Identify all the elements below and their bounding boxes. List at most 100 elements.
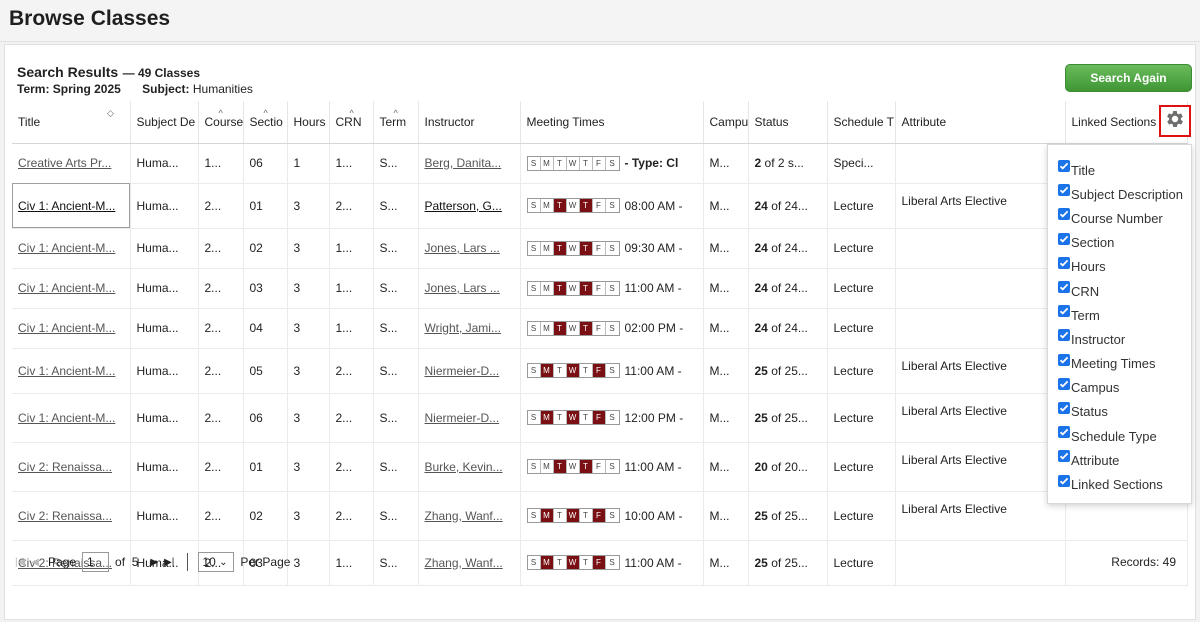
instructor-link[interactable]: Jones, Lars ... bbox=[425, 241, 500, 255]
term-cell: S... bbox=[373, 268, 419, 309]
column-toggle-crn[interactable]: CRN bbox=[1048, 279, 1191, 303]
table-row: Civ 1: Ancient-M... Huma... 2... 05 3 2... S..… bbox=[12, 348, 1188, 394]
seats-available: 20 bbox=[754, 459, 768, 474]
sort-icon[interactable]: ^ bbox=[264, 108, 268, 118]
day-box: T bbox=[579, 364, 593, 378]
column-settings-button[interactable] bbox=[1159, 105, 1191, 137]
day-box: S bbox=[527, 281, 541, 295]
sort-icon[interactable]: ^ bbox=[394, 108, 398, 118]
campus-cell: M... bbox=[703, 308, 749, 349]
column-toggle-campus[interactable]: Campus bbox=[1048, 376, 1191, 400]
column-toggle-section[interactable]: Section bbox=[1048, 231, 1191, 255]
class-title-link[interactable]: Civ 1: Ancient-M... bbox=[18, 364, 115, 378]
class-title-link[interactable]: Civ 1: Ancient-M... bbox=[18, 321, 115, 335]
attribute-cell bbox=[895, 143, 1066, 184]
column-toggle-attribute[interactable]: Attribute bbox=[1048, 448, 1191, 472]
column-header-13[interactable]: Attribute bbox=[895, 101, 1066, 144]
subject-label: Subject: bbox=[142, 81, 190, 96]
day-box: M bbox=[540, 241, 554, 255]
crn-cell: 2... bbox=[329, 393, 374, 443]
column-toggle-course-number[interactable]: Course Number bbox=[1048, 206, 1191, 230]
checkbox-checked-icon[interactable] bbox=[1058, 281, 1070, 294]
class-title-link[interactable]: Civ 2: Renaissa... bbox=[18, 460, 112, 474]
checkbox-checked-icon[interactable] bbox=[1058, 377, 1070, 390]
checkbox-checked-icon[interactable] bbox=[1058, 426, 1070, 439]
column-toggle-instructor[interactable]: Instructor bbox=[1048, 327, 1191, 351]
column-header-label: Subject De bbox=[136, 114, 196, 129]
sort-icon[interactable]: ^ bbox=[219, 108, 223, 118]
sort-icon[interactable]: ◇ bbox=[107, 108, 114, 119]
instructor-link[interactable]: Burke, Kevin... bbox=[425, 460, 503, 474]
title-cell: Creative Arts Pr... bbox=[12, 143, 131, 184]
column-header-9[interactable]: Meeting Times bbox=[520, 101, 704, 144]
page-number-input[interactable]: 1 bbox=[82, 552, 110, 572]
sort-icon[interactable]: ^ bbox=[350, 108, 354, 118]
instructor-link[interactable]: Niermeier-D... bbox=[425, 411, 500, 425]
search-again-button[interactable]: Search Again bbox=[1065, 64, 1192, 92]
course-number-cell: 2... bbox=[198, 183, 244, 229]
column-toggle-subject-description[interactable]: Subject Description bbox=[1048, 182, 1191, 206]
checkbox-checked-icon[interactable] bbox=[1058, 474, 1070, 487]
checkbox-checked-icon[interactable] bbox=[1058, 184, 1070, 197]
title-cell: Civ 1: Ancient-M... bbox=[12, 393, 131, 443]
checkbox-checked-icon[interactable] bbox=[1058, 450, 1070, 463]
instructor-link[interactable]: Zhang, Wanf... bbox=[425, 509, 503, 523]
per-page-select[interactable]: 10 ⌄ bbox=[198, 552, 235, 572]
course-number-cell: 1... bbox=[198, 143, 244, 184]
checkbox-checked-icon[interactable] bbox=[1058, 208, 1070, 221]
next-page-icon[interactable]: ▶ bbox=[150, 557, 158, 568]
table-row: Civ 1: Ancient-M... Huma... 2... 06 3 2... S..… bbox=[12, 393, 1188, 443]
class-title-link[interactable]: Civ 1: Ancient-M... bbox=[18, 199, 115, 213]
class-title-link[interactable]: Creative Arts Pr... bbox=[18, 156, 111, 170]
day-box: T bbox=[579, 281, 593, 295]
column-header-3[interactable]: Course ^ bbox=[198, 101, 244, 144]
checkbox-checked-icon[interactable] bbox=[1058, 401, 1070, 414]
column-toggle-term[interactable]: Term bbox=[1048, 303, 1191, 327]
instructor-link[interactable]: Niermeier-D... bbox=[425, 364, 500, 378]
page-title: Browse Classes bbox=[9, 7, 171, 30]
checkbox-checked-icon[interactable] bbox=[1058, 329, 1070, 342]
class-title-link[interactable]: Civ 1: Ancient-M... bbox=[18, 281, 115, 295]
column-header-11[interactable]: Status bbox=[748, 101, 828, 144]
column-header-6[interactable]: CRN ^ bbox=[329, 101, 374, 144]
day-box: S bbox=[527, 509, 541, 523]
column-toggle-title[interactable]: Title bbox=[1048, 158, 1191, 182]
column-toggle-meeting-times[interactable]: Meeting Times bbox=[1048, 352, 1191, 376]
instructor-cell: Berg, Danita... bbox=[418, 143, 521, 184]
day-box: M bbox=[540, 281, 554, 295]
column-header-8[interactable]: Instructor bbox=[418, 101, 521, 144]
checkbox-checked-icon[interactable] bbox=[1058, 232, 1070, 245]
column-toggle-hours[interactable]: Hours bbox=[1048, 255, 1191, 279]
column-header-5[interactable]: Hours bbox=[287, 101, 330, 144]
checkbox-checked-icon[interactable] bbox=[1058, 353, 1070, 366]
seats-available: 24 bbox=[754, 198, 768, 213]
class-title-link[interactable]: Civ 2: Renaissa... bbox=[18, 509, 112, 523]
column-header-12[interactable]: Schedule T bbox=[827, 101, 896, 144]
class-title-link[interactable]: Civ 1: Ancient-M... bbox=[18, 411, 115, 425]
prev-page-icon[interactable]: ◀ bbox=[31, 557, 39, 568]
checkbox-checked-icon[interactable] bbox=[1058, 160, 1070, 173]
column-header-4[interactable]: Sectio ^ bbox=[243, 101, 288, 144]
first-page-icon[interactable]: |◀ bbox=[15, 557, 25, 568]
meeting-time-text: 10:00 AM - bbox=[624, 508, 683, 523]
column-toggle-linked-sections[interactable]: Linked Sections bbox=[1048, 472, 1191, 496]
class-title-link[interactable]: Civ 1: Ancient-M... bbox=[18, 241, 115, 255]
instructor-link[interactable]: Berg, Danita... bbox=[425, 156, 502, 170]
instructor-link[interactable]: Wright, Jami... bbox=[425, 321, 501, 335]
column-header-7[interactable]: Term ^ bbox=[373, 101, 419, 144]
instructor-link[interactable]: Patterson, G... bbox=[425, 199, 502, 213]
column-toggle-schedule-type[interactable]: Schedule Type bbox=[1048, 424, 1191, 448]
column-header-1[interactable]: Title ◇ bbox=[12, 101, 131, 144]
checkbox-checked-icon[interactable] bbox=[1058, 305, 1070, 318]
instructor-link[interactable]: Jones, Lars ... bbox=[425, 281, 500, 295]
column-header-10[interactable]: Campu bbox=[703, 101, 749, 144]
meeting-times-cell: S M T W T F S 02:00 PM - bbox=[520, 308, 704, 349]
instructor-cell: Niermeier-D... bbox=[418, 348, 521, 394]
table-row: Creative Arts Pr... Huma... 1... 06 1 1... S..… bbox=[12, 143, 1188, 184]
column-toggle-status[interactable]: Status bbox=[1048, 400, 1191, 424]
column-toggle-label: Status bbox=[1071, 404, 1108, 420]
term-label: Term: bbox=[17, 81, 50, 96]
last-page-icon[interactable]: ▶| bbox=[164, 557, 174, 568]
column-header-2[interactable]: Subject De bbox=[130, 101, 199, 144]
checkbox-checked-icon[interactable] bbox=[1058, 256, 1070, 269]
